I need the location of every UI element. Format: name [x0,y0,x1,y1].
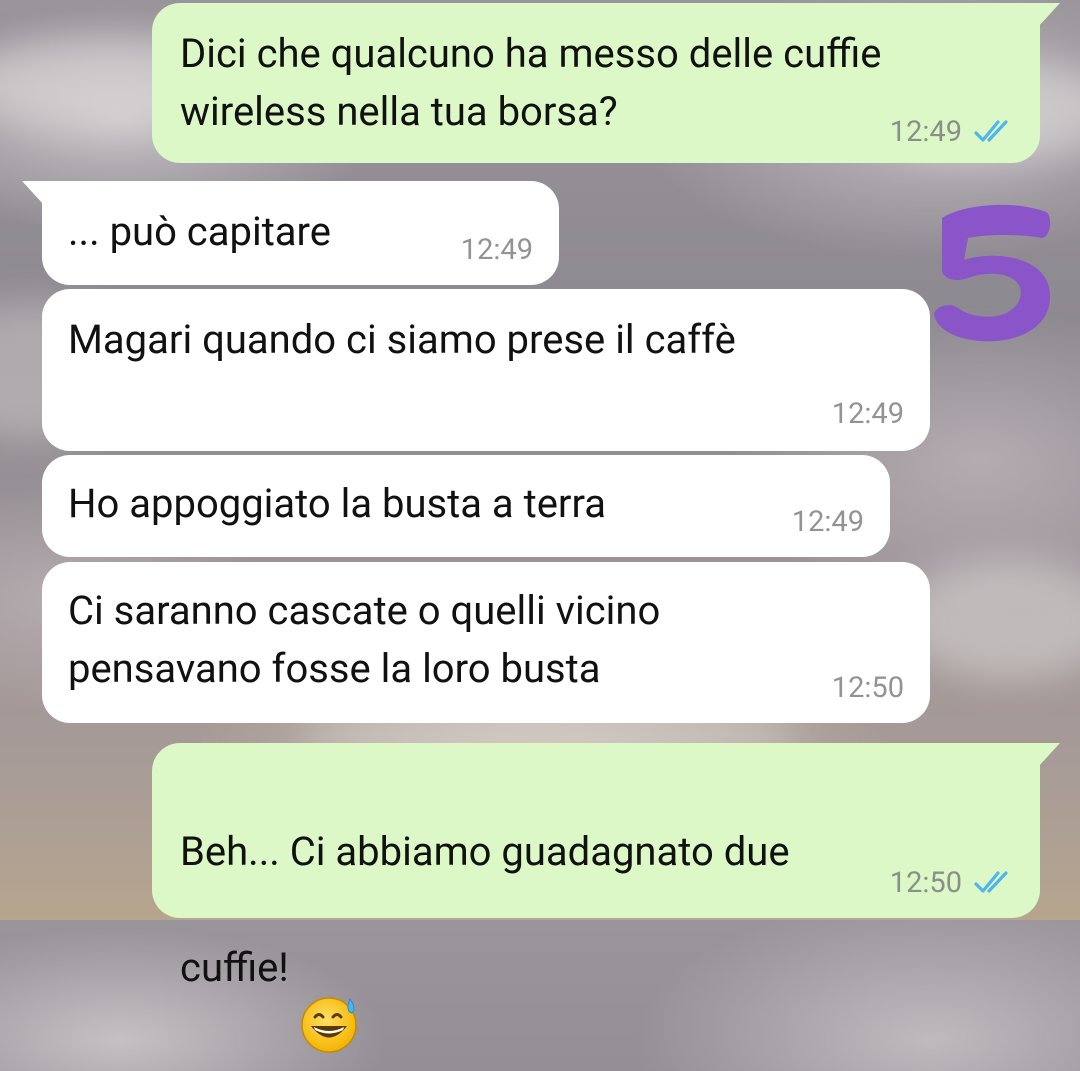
message-bubble-incoming[interactable]: Ho appoggiato la busta a terra 12:49 [42,455,890,557]
message-meta: 12:49 [832,397,904,431]
message-meta: 12:50 [832,671,904,705]
message-time: 12:49 [889,115,962,149]
message-text: Magari quando ci siamo prese il caffè [68,316,736,363]
message-text: Ci saranno cascate o quelli vicino pensa… [68,587,661,692]
message-text: Dici che qualcuno ha messo delle cuffie … [180,30,882,135]
grinning-face-with-sweat-emoji [299,935,361,1054]
message-text: Beh... Ci abbiamo guadagnato due cuffie! [180,765,1012,1054]
message-time: 12:50 [831,671,904,705]
message-text-line: Beh... Ci abbiamo guadagnato due [180,828,790,875]
message-meta: 12:49 [792,505,864,539]
message-bubble-outgoing[interactable]: Dici che qualcuno ha messo delle cuffie … [152,3,1060,163]
bubble-tail [22,181,44,205]
message-text-line: cuffie! [180,944,289,991]
bubble-tail [1038,743,1060,767]
message-meta: 12:49 [890,115,1014,149]
bubble-tail [1038,3,1060,27]
message-bubble-incoming[interactable]: Ci saranno cascate o quelli vicino pensa… [42,562,930,723]
message-time: 12:49 [831,397,904,431]
number-five-sticker [924,190,1064,350]
message-time: 12:49 [791,505,864,539]
message-time: 12:50 [889,866,962,900]
double-check-read-icon [974,870,1014,896]
message-time: 12:49 [460,233,533,267]
message-bubble-outgoing[interactable]: Beh... Ci abbiamo guadagnato due cuffie!… [152,743,1060,1054]
message-meta: 12:50 [890,866,1014,900]
message-meta: 12:49 [461,233,533,267]
message-bubble-incoming[interactable]: ... può capitare 12:49 [22,181,559,285]
double-check-read-icon [974,119,1014,145]
message-text: Ho appoggiato la busta a terra [68,480,606,527]
message-bubble-incoming[interactable]: Magari quando ci siamo prese il caffè 12… [42,289,930,451]
